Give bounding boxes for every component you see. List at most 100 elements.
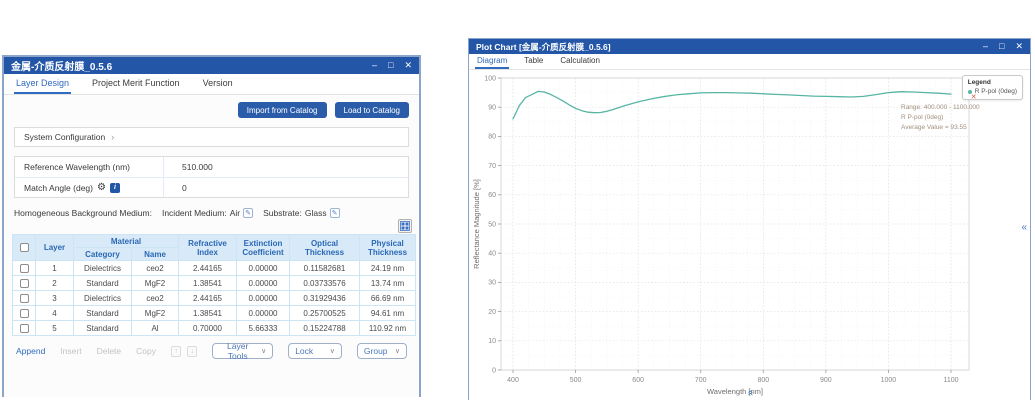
legend-entry-label: R P-pol (0deg) [975,88,1017,95]
cell-name: ceo2 [132,291,179,306]
svg-text:500: 500 [570,377,582,384]
maximize-icon[interactable]: □ [999,42,1004,51]
chevron-down-icon: ∨ [330,347,335,355]
table-footer: Append Insert Delete Copy ↑ ↓ Layer Tool… [4,336,419,359]
layer-design-content: Import from Catalog Load to Catalog Syst… [4,95,419,397]
cell-refractive-index: 1.38541 [179,306,237,321]
select-all-checkbox[interactable] [20,243,29,252]
cell-extinction: 0.00000 [237,261,290,276]
svg-text:Reflectance Magnitude [%]: Reflectance Magnitude [%] [472,179,481,269]
cell-refractive-index: 2.44165 [179,291,237,306]
cell-optical: 0.31929436 [290,291,360,306]
table-row[interactable]: 3 Dielectrics ceo2 2.44165 0.00000 0.319… [13,291,416,306]
cell-optical: 0.11582681 [290,261,360,276]
row-checkbox[interactable] [20,279,29,288]
match-angle-cell [163,178,408,197]
svg-text:40: 40 [488,251,496,258]
desktop: 金属-介质反射膜_0.5.6 – □ ✕ Layer Design Projec… [0,0,1035,406]
table-settings-button[interactable] [398,219,412,233]
svg-text:50: 50 [488,221,496,228]
svg-text:800: 800 [757,377,769,384]
minimize-icon[interactable]: – [983,42,988,51]
load-to-catalog-button[interactable]: Load to Catalog [335,102,410,118]
match-angle-label: Match Angle (deg) ⚙ i [15,183,163,193]
cell-layer: 2 [36,276,74,291]
tab-table[interactable]: Table [522,55,545,69]
window-title: Plot Chart [金属-介质反射膜_0.5.6] [476,41,611,53]
header-category: Category [74,248,132,261]
table-row[interactable]: 5 Standard Al 0.70000 5.66333 0.15224788… [13,321,416,336]
copy-button[interactable]: Copy [136,346,156,356]
cell-category: Standard [74,306,132,321]
move-down-button[interactable]: ↓ [187,346,197,357]
table-row[interactable]: 2 Standard MgF2 1.38541 0.00000 0.037335… [13,276,416,291]
match-angle-input[interactable] [164,183,408,193]
tab-project-merit-function[interactable]: Project Merit Function [90,75,182,94]
close-icon[interactable]: ✕ [404,61,412,70]
insert-button[interactable]: Insert [60,346,81,356]
cell-layer: 5 [36,321,74,336]
group-label: Group [364,346,388,356]
svg-text:70: 70 [488,163,496,170]
collapse-panel-up-icon[interactable]: « [745,390,755,396]
table-tools-row [4,218,419,233]
svg-text:1000: 1000 [881,377,897,384]
header-optical-thickness: Optical Thickness [290,235,360,261]
cell-name: ceo2 [132,261,179,276]
match-angle-row: Match Angle (deg) ⚙ i [15,177,408,197]
system-configuration-label: System Configuration [24,132,105,142]
delete-button[interactable]: Delete [97,346,122,356]
tab-layer-design[interactable]: Layer Design [14,75,71,94]
chevron-right-icon: › [111,132,114,142]
group-dropdown[interactable]: Group ∨ [357,343,407,359]
layer-tools-dropdown[interactable]: Layer Tools ∨ [212,343,273,359]
move-up-button[interactable]: ↑ [171,346,181,357]
row-checkbox[interactable] [20,324,29,333]
svg-text:100: 100 [484,75,496,82]
row-checkbox[interactable] [20,309,29,318]
incident-medium-group: Incident Medium: Air ✎ [162,208,253,218]
cell-extinction: 0.00000 [237,291,290,306]
left-tabbar: Layer Design Project Merit Function Vers… [4,74,419,95]
annotation-close-icon[interactable]: ✕ [971,93,977,103]
cell-optical: 0.03733576 [290,276,360,291]
svg-text:1100: 1100 [943,377,958,384]
info-icon[interactable]: i [110,183,120,193]
gear-icon[interactable]: ⚙ [97,183,106,193]
chart-annotation: ✕ Range: 400.000 - 1100.000 R P-pol (0de… [901,103,980,133]
import-from-catalog-button[interactable]: Import from Catalog [238,102,327,118]
system-configuration-expander[interactable]: System Configuration › [14,127,409,147]
header-extinction-coefficient: Extinction Coefficient [237,235,290,261]
collapse-panel-left-icon[interactable]: « [1021,222,1027,233]
cell-name: Al [132,321,179,336]
legend-title: Legend [968,79,1017,86]
minimize-icon[interactable]: – [372,61,377,70]
chevron-down-icon: ∨ [261,347,266,355]
cell-extinction: 0.00000 [237,276,290,291]
reference-wavelength-row: Reference Wavelength (nm) [15,157,408,177]
close-icon[interactable]: ✕ [1015,42,1023,51]
table-row[interactable]: 4 Standard MgF2 1.38541 0.00000 0.257005… [13,306,416,321]
edit-incident-medium-icon[interactable]: ✎ [243,208,253,218]
layer-table-header: Layer Material Refractive Index Extincti… [13,235,416,261]
tab-version[interactable]: Version [201,75,235,94]
append-button[interactable]: Append [16,346,45,356]
lock-dropdown[interactable]: Lock ∨ [288,343,342,359]
row-checkbox[interactable] [20,294,29,303]
cell-layer: 1 [36,261,74,276]
cell-name: MgF2 [132,306,179,321]
reference-wavelength-input[interactable] [164,162,408,172]
svg-text:600: 600 [632,377,644,384]
tab-diagram[interactable]: Diagram [475,55,509,69]
cell-refractive-index: 2.44165 [179,261,237,276]
edit-substrate-icon[interactable]: ✎ [330,208,340,218]
window-title: 金属-介质反射膜_0.5.6 [11,58,112,73]
tab-calculation[interactable]: Calculation [558,55,602,69]
maximize-icon[interactable]: □ [388,61,393,70]
row-checkbox[interactable] [20,264,29,273]
chevron-down-icon: ∨ [395,347,400,355]
match-angle-text: Match Angle (deg) [24,183,93,193]
table-row[interactable]: 1 Dielectrics ceo2 2.44165 0.00000 0.115… [13,261,416,276]
plot-chart-window: Plot Chart [金属-介质反射膜_0.5.6] – □ ✕ Diagra… [468,38,1031,400]
header-layer: Layer [36,235,74,261]
